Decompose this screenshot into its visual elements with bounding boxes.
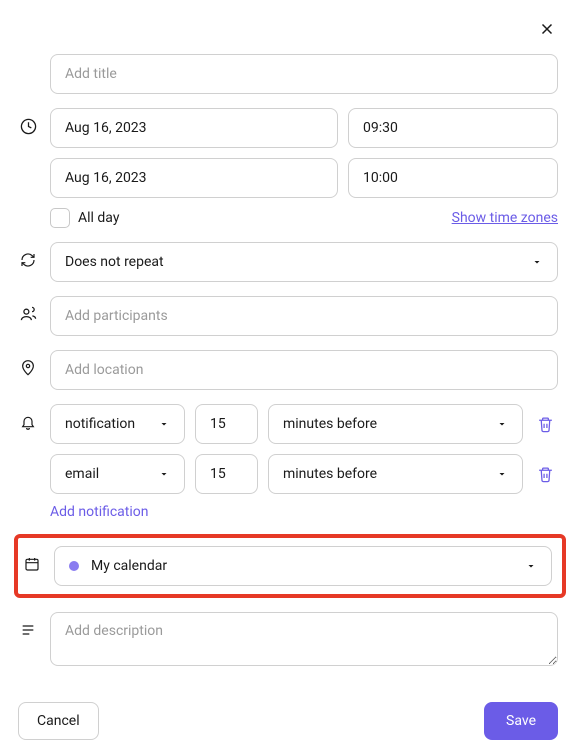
location-icon bbox=[20, 360, 36, 376]
close-icon bbox=[538, 20, 556, 38]
start-date-input[interactable] bbox=[50, 108, 338, 148]
all-day-label: All day bbox=[78, 210, 119, 226]
calendar-section-highlight: My calendar bbox=[14, 534, 566, 598]
delete-notification-button[interactable] bbox=[533, 412, 558, 437]
trash-icon bbox=[537, 416, 554, 433]
chevron-down-icon bbox=[531, 256, 543, 268]
chevron-down-icon bbox=[496, 468, 508, 480]
notification-unit-select[interactable]: minutes before bbox=[268, 454, 523, 494]
title-input[interactable] bbox=[50, 54, 558, 94]
notification-type-select[interactable]: notification bbox=[50, 404, 185, 444]
notification-amount-value[interactable] bbox=[210, 466, 243, 482]
bell-icon bbox=[20, 414, 36, 430]
chevron-down-icon bbox=[158, 418, 170, 430]
clock-icon bbox=[20, 118, 37, 135]
notification-type-value: email bbox=[65, 466, 99, 482]
chevron-down-icon bbox=[158, 468, 170, 480]
trash-icon bbox=[537, 466, 554, 483]
add-notification-link[interactable]: Add notification bbox=[50, 504, 558, 520]
save-button[interactable]: Save bbox=[484, 702, 558, 740]
all-day-checkbox[interactable] bbox=[50, 208, 70, 228]
notification-type-select[interactable]: email bbox=[50, 454, 185, 494]
notification-amount-input[interactable] bbox=[195, 404, 258, 444]
notification-unit-value: minutes before bbox=[283, 466, 377, 482]
description-textarea[interactable] bbox=[50, 612, 558, 666]
notification-amount-value[interactable] bbox=[210, 416, 243, 432]
end-time-input[interactable] bbox=[348, 158, 558, 198]
start-time-input[interactable] bbox=[348, 108, 558, 148]
notification-amount-input[interactable] bbox=[195, 454, 258, 494]
repeat-icon bbox=[20, 252, 36, 268]
calendar-color-dot bbox=[69, 561, 79, 571]
calendar-icon bbox=[24, 556, 40, 572]
chevron-down-icon bbox=[525, 560, 537, 572]
notification-type-value: notification bbox=[65, 416, 135, 432]
notification-unit-select[interactable]: minutes before bbox=[268, 404, 523, 444]
cancel-button[interactable]: Cancel bbox=[18, 702, 99, 740]
location-input[interactable] bbox=[50, 350, 558, 390]
delete-notification-button[interactable] bbox=[533, 462, 558, 487]
notification-row: email minutes before bbox=[50, 454, 558, 494]
repeat-value: Does not repeat bbox=[65, 254, 164, 270]
close-button[interactable] bbox=[536, 18, 558, 40]
notification-row: notification minutes before bbox=[50, 404, 558, 444]
participants-input[interactable] bbox=[50, 296, 558, 336]
notification-unit-value: minutes before bbox=[283, 416, 377, 432]
calendar-select[interactable]: My calendar bbox=[54, 546, 552, 586]
calendar-name: My calendar bbox=[91, 558, 167, 574]
repeat-select[interactable]: Does not repeat bbox=[50, 242, 558, 282]
show-timezones-link[interactable]: Show time zones bbox=[452, 210, 558, 226]
chevron-down-icon bbox=[496, 418, 508, 430]
people-icon bbox=[20, 306, 37, 323]
end-date-input[interactable] bbox=[50, 158, 338, 198]
description-icon bbox=[20, 622, 36, 638]
